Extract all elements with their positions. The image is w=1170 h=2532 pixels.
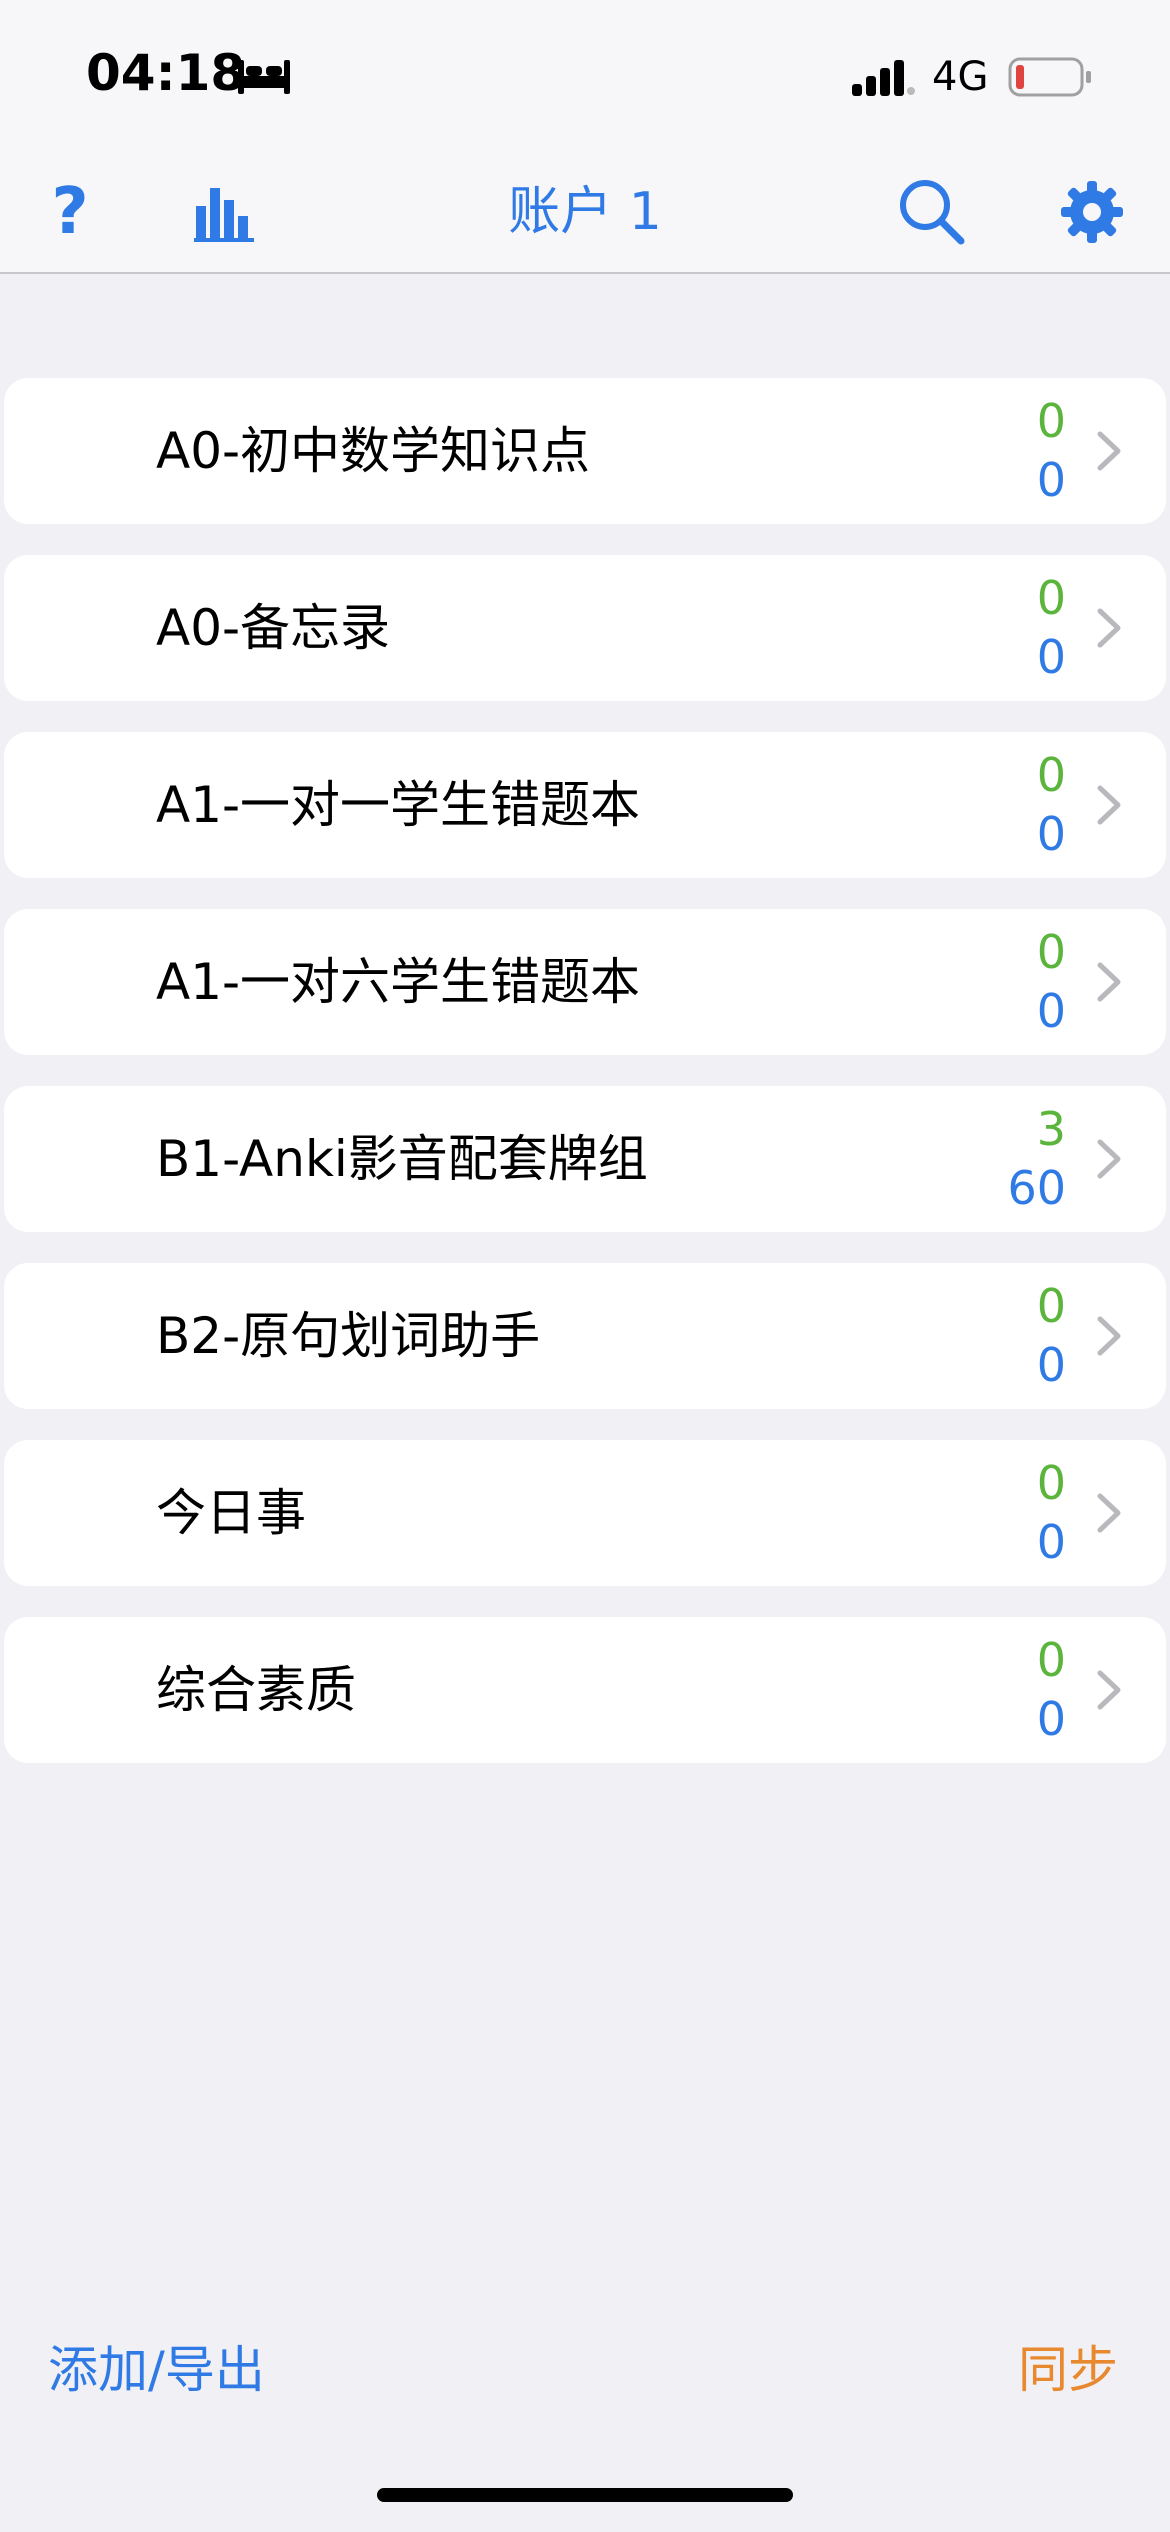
chevron-right-icon (1097, 1139, 1121, 1179)
due-count: 0 (1036, 1633, 1066, 1687)
new-count: 0 (1036, 630, 1066, 684)
chevron-right-icon (1097, 785, 1121, 825)
deck-counts: 0 0 (926, 569, 1066, 687)
deck-row[interactable]: A0-备忘录 0 0 (4, 555, 1166, 701)
deck-name: B2-原句划词助手 (156, 1307, 541, 1365)
battery-icon (1008, 57, 1091, 97)
deck-row[interactable]: A1-一对一学生错题本 0 0 (4, 732, 1166, 878)
chevron-right-icon (1097, 608, 1121, 648)
network-type-label: 4G (932, 54, 989, 100)
deck-name: A1-一对六学生错题本 (156, 953, 641, 1011)
search-button[interactable] (894, 174, 970, 250)
deck-row[interactable]: 今日事 0 0 (4, 1440, 1166, 1586)
due-count: 0 (1036, 1456, 1066, 1510)
new-count: 0 (1036, 1515, 1066, 1569)
chevron-right-icon (1097, 1670, 1121, 1710)
new-count: 60 (1007, 1161, 1066, 1215)
deck-counts: 0 0 (926, 923, 1066, 1041)
deck-name: A0-备忘录 (156, 599, 391, 657)
deck-row[interactable]: A0-初中数学知识点 0 0 (4, 378, 1166, 524)
deck-counts: 0 0 (926, 1631, 1066, 1749)
home-indicator[interactable] (377, 2488, 793, 2502)
deck-counts: 0 0 (926, 1277, 1066, 1395)
deck-counts: 0 0 (926, 746, 1066, 864)
chevron-right-icon (1097, 962, 1121, 1002)
deck-name: 今日事 (156, 1484, 306, 1542)
search-icon (900, 180, 965, 245)
new-count: 0 (1036, 807, 1066, 861)
deck-counts: 0 0 (926, 1454, 1066, 1572)
deck-row[interactable]: B1-Anki影音配套牌组 3 60 (4, 1086, 1166, 1232)
new-count: 0 (1036, 453, 1066, 507)
due-count: 0 (1036, 925, 1066, 979)
due-count: 0 (1036, 394, 1066, 448)
due-count: 0 (1036, 748, 1066, 802)
settings-button[interactable] (1054, 174, 1130, 250)
help-icon: ? (51, 175, 89, 249)
deck-row[interactable]: B2-原句划词助手 0 0 (4, 1263, 1166, 1409)
new-count: 0 (1036, 1692, 1066, 1746)
deck-row[interactable]: A1-一对六学生错题本 0 0 (4, 909, 1166, 1055)
new-count: 0 (1036, 1338, 1066, 1392)
new-count: 0 (1036, 984, 1066, 1038)
gear-icon (1061, 181, 1123, 243)
sync-button[interactable]: 同步 (1018, 2330, 1118, 2402)
bed-icon (238, 60, 290, 94)
nav-bar: ? 账户 1 (0, 140, 1170, 274)
deck-counts: 0 0 (926, 392, 1066, 510)
due-count: 0 (1036, 1279, 1066, 1333)
due-count: 0 (1036, 571, 1066, 625)
chevron-right-icon (1097, 431, 1121, 471)
deck-name: A1-一对一学生错题本 (156, 776, 641, 834)
status-bar: 04:18 4G (0, 0, 1170, 140)
statistics-button[interactable] (188, 174, 264, 250)
chevron-right-icon (1097, 1493, 1121, 1533)
deck-name: A0-初中数学知识点 (156, 422, 591, 480)
deck-row[interactable]: 综合素质 0 0 (4, 1617, 1166, 1763)
page-title: 账户 1 (508, 182, 662, 242)
deck-name: 综合素质 (156, 1661, 356, 1719)
signal-icon (852, 60, 915, 96)
due-count: 3 (1036, 1102, 1066, 1156)
deck-counts: 3 60 (926, 1100, 1066, 1218)
help-button[interactable]: ? (32, 174, 108, 250)
status-time: 04:18 (86, 44, 246, 102)
deck-name: B1-Anki影音配套牌组 (156, 1130, 648, 1188)
stats-bar-chart-icon (194, 188, 254, 242)
deck-list: A0-初中数学知识点 0 0 A0-备忘录 0 0 A1-一对一学生错题本 0 … (4, 378, 1166, 1794)
add-export-button[interactable]: 添加/导出 (48, 2330, 265, 2402)
chevron-right-icon (1097, 1316, 1121, 1356)
